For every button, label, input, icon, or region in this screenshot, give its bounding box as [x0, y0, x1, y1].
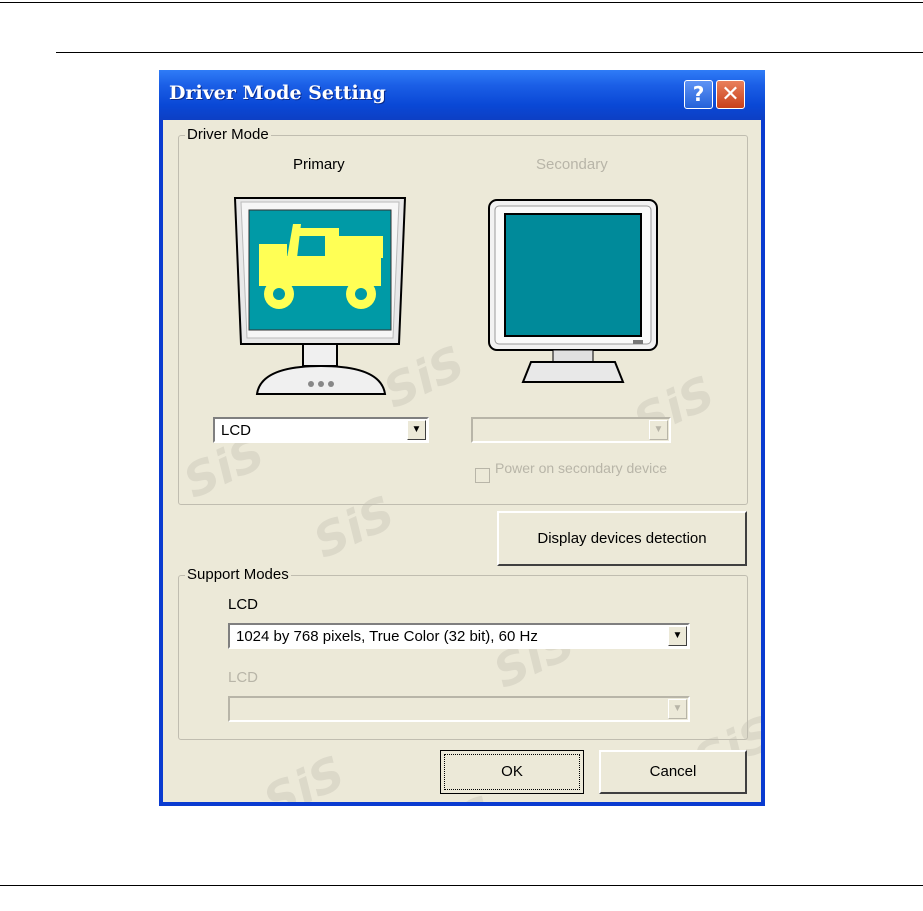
power-secondary-label: Power on secondary device — [495, 460, 667, 476]
header-rule — [56, 52, 923, 53]
dialog-title: Driver Mode Setting — [169, 82, 386, 104]
watermark-logo: SiS — [255, 745, 353, 802]
top-rule — [0, 2, 923, 3]
help-icon: ? — [692, 82, 705, 106]
bottom-rule — [0, 885, 923, 886]
dialog-body: SiS SiS SiS SiS SiS SiS SiS SiS SiS SiS … — [163, 120, 761, 802]
close-button[interactable]: ✕ — [716, 80, 745, 109]
primary-mode-select[interactable]: 1024 by 768 pixels, True Color (32 bit),… — [228, 623, 690, 649]
secondary-label: Secondary — [536, 156, 608, 173]
driver-mode-dialog: Driver Mode Setting ? ✕ SiS SiS SiS SiS … — [159, 70, 765, 806]
secondary-device-select[interactable]: ▼ — [471, 417, 671, 443]
support-secondary-label: LCD — [228, 669, 259, 686]
primary-monitor-icon — [233, 197, 407, 395]
secondary-monitor-icon — [488, 199, 658, 383]
support-modes-label: Support Modes — [185, 566, 291, 583]
primary-label: Primary — [293, 156, 345, 173]
chevron-down-icon[interactable]: ▼ — [407, 420, 426, 440]
driver-mode-label: Driver Mode — [185, 126, 271, 143]
power-secondary-checkbox[interactable] — [475, 468, 490, 483]
help-button[interactable]: ? — [684, 80, 713, 109]
close-icon: ✕ — [721, 82, 740, 107]
chevron-down-icon[interactable]: ▼ — [649, 420, 668, 440]
primary-mode-value: 1024 by 768 pixels, True Color (32 bit),… — [236, 628, 538, 645]
chevron-down-icon[interactable]: ▼ — [668, 699, 687, 719]
display-devices-detection-button[interactable]: Display devices detection — [497, 511, 747, 566]
ok-button[interactable]: OK — [440, 750, 584, 794]
support-primary-label: LCD — [228, 596, 259, 613]
secondary-mode-select[interactable]: ▼ — [228, 696, 690, 722]
cancel-button[interactable]: Cancel — [599, 750, 747, 794]
primary-device-value: LCD — [221, 422, 252, 439]
chevron-down-icon[interactable]: ▼ — [668, 626, 687, 646]
title-bar[interactable]: Driver Mode Setting ? ✕ — [159, 70, 765, 120]
primary-device-select[interactable]: LCD ▼ — [213, 417, 429, 443]
